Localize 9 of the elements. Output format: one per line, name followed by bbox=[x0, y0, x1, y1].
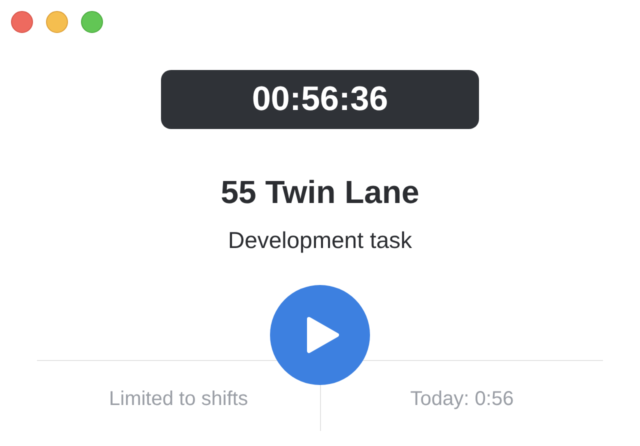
task-subtitle: Development task bbox=[228, 226, 412, 254]
close-icon[interactable] bbox=[11, 11, 33, 33]
limit-label: Limited to shifts bbox=[109, 387, 248, 412]
task-title: 55 Twin Lane bbox=[220, 173, 420, 211]
play-icon bbox=[306, 316, 340, 354]
elapsed-time: 00:56:36 bbox=[161, 70, 479, 129]
zoom-icon[interactable] bbox=[81, 11, 103, 33]
today-total: Today: 0:56 bbox=[410, 387, 514, 412]
minimize-icon[interactable] bbox=[46, 11, 68, 33]
